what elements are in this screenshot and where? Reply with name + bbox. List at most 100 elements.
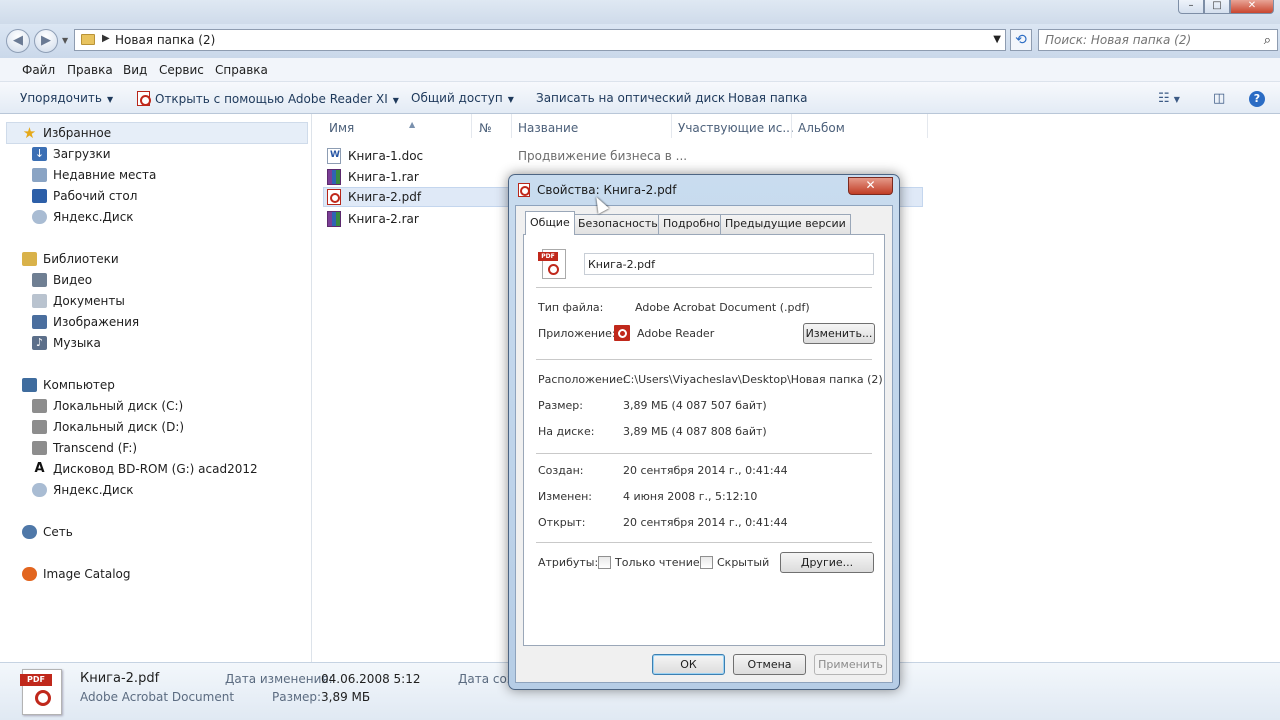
readonly-label[interactable]: Только чтение: [615, 556, 700, 569]
column-header-contributors[interactable]: Участвующие ис...: [678, 121, 794, 135]
share-button[interactable]: Общий доступ ▼: [411, 91, 514, 105]
hidden-checkbox[interactable]: [700, 556, 713, 569]
nav-desktop[interactable]: Рабочий стол: [32, 186, 137, 206]
maximize-icon[interactable]: □: [1204, 0, 1230, 14]
file-row[interactable]: Книга-1.doc: [327, 146, 423, 166]
chevron-down-icon: ▼: [392, 96, 399, 105]
nav-documents[interactable]: Документы: [32, 291, 125, 311]
disk-size-value: 3,89 МБ (4 087 808 байт): [623, 425, 767, 438]
search-input[interactable]: [1039, 30, 1249, 50]
breadcrumb-path[interactable]: Новая папка (2): [115, 33, 215, 47]
tab-general[interactable]: Общие: [525, 211, 575, 235]
menu-file[interactable]: Файл: [22, 63, 55, 77]
organize-button[interactable]: Упорядочить ▼: [20, 91, 113, 105]
burn-button[interactable]: Записать на оптический диск: [536, 91, 725, 105]
nav-drive-d[interactable]: Локальный диск (D:): [32, 417, 184, 437]
back-arrow-icon[interactable]: ◀: [6, 29, 30, 53]
nav-yandex-disk[interactable]: Яндекс.Диск: [32, 480, 134, 500]
menu-edit[interactable]: Правка: [67, 63, 113, 77]
close-icon[interactable]: ✕: [1230, 0, 1274, 14]
tab-security[interactable]: Безопасность: [573, 214, 663, 234]
nav-video[interactable]: Видео: [32, 270, 92, 290]
menu-tools[interactable]: Сервис: [159, 63, 204, 77]
file-name: Книга-2.rar: [348, 212, 419, 226]
details-file-name: Книга-2.pdf: [80, 671, 160, 686]
column-divider[interactable]: [511, 114, 512, 138]
column-header-number[interactable]: №: [479, 121, 491, 135]
modified-label: Изменен:: [538, 490, 593, 503]
help-icon[interactable]: ?: [1249, 91, 1265, 107]
advanced-attributes-button[interactable]: Другие...: [780, 552, 874, 573]
nav-network[interactable]: Сеть: [22, 522, 73, 542]
nav-libraries[interactable]: Библиотеки: [22, 249, 119, 269]
file-row[interactable]: Книга-2.rar: [327, 209, 419, 229]
menu-view[interactable]: Вид: [123, 63, 147, 77]
change-button[interactable]: Изменить...: [803, 323, 875, 344]
hidden-label[interactable]: Скрытый: [717, 556, 769, 569]
readonly-checkbox[interactable]: [598, 556, 611, 569]
column-header-album[interactable]: Альбом: [798, 121, 845, 135]
nav-recent[interactable]: Недавние места: [32, 165, 156, 185]
cancel-button[interactable]: Отмена: [733, 654, 806, 675]
column-divider[interactable]: [791, 114, 792, 138]
rar-archive-icon: [327, 169, 341, 185]
nav-music[interactable]: ♪ Музыка: [32, 333, 101, 353]
dvd-drive-icon: A: [34, 461, 45, 476]
location-value: C:\Users\Viyacheslav\Desktop\Новая папка…: [623, 373, 883, 386]
forward-arrow-icon[interactable]: ▶: [34, 29, 58, 53]
divider: [536, 359, 872, 360]
pdf-file-icon: PDF: [538, 249, 568, 279]
video-icon: [32, 273, 47, 287]
opened-label: Открыт:: [538, 516, 586, 529]
nav-drive-c[interactable]: Локальный диск (C:): [32, 396, 183, 416]
file-row[interactable]: Книга-1.rar: [327, 167, 419, 187]
nav-favorites[interactable]: ★ Избранное: [22, 123, 111, 143]
nav-pictures[interactable]: Изображения: [32, 312, 139, 332]
column-header-name[interactable]: ▲ Имя: [329, 120, 415, 135]
column-divider[interactable]: [671, 114, 672, 138]
address-dropdown-icon[interactable]: ▼: [993, 34, 1001, 45]
breadcrumb-separator-icon[interactable]: ▶: [102, 33, 110, 44]
acrobat-logo-icon: [35, 690, 51, 706]
search-box[interactable]: ⌕: [1038, 29, 1278, 51]
open-with-button[interactable]: Открыть с помощью Adobe Reader XI ▼: [137, 91, 399, 106]
disk-size-label: На диске:: [538, 425, 595, 438]
address-bar[interactable]: ▶ Новая папка (2) ▼: [74, 29, 1006, 51]
column-divider[interactable]: [927, 114, 928, 138]
column-header-name-label: Имя: [329, 121, 355, 135]
view-options-icon[interactable]: ☷ ▼: [1158, 91, 1180, 106]
drive-icon: [32, 420, 47, 434]
computer-icon: [22, 378, 37, 392]
history-dropdown-icon[interactable]: ▼: [62, 36, 68, 45]
ok-button[interactable]: ОК: [652, 654, 725, 675]
nav-pictures-label: Изображения: [53, 315, 140, 329]
dialog-body: Общие Безопасность Подробно Предыдущие в…: [515, 205, 893, 683]
chevron-down-icon: ▼: [507, 95, 514, 104]
attributes-label: Атрибуты:: [538, 556, 599, 569]
nav-downloads[interactable]: ↓ Загрузки: [32, 144, 111, 164]
filename-field[interactable]: [584, 253, 874, 275]
minimize-icon[interactable]: –: [1178, 0, 1204, 14]
refresh-icon[interactable]: ⟲: [1010, 29, 1032, 51]
column-divider[interactable]: [471, 114, 472, 138]
menu-help[interactable]: Справка: [215, 63, 268, 77]
nav-drive-g[interactable]: A Дисковод BD-ROM (G:) acad2012: [32, 459, 257, 479]
column-header-title[interactable]: Название: [518, 121, 578, 135]
nav-image-catalog[interactable]: Image Catalog: [22, 564, 130, 584]
nav-yandex-disk-fav[interactable]: Яндекс.Диск: [32, 207, 134, 227]
nav-image-catalog-label: Image Catalog: [43, 567, 131, 581]
image-catalog-icon: [22, 567, 37, 581]
tab-details[interactable]: Подробно: [658, 214, 726, 234]
search-icon[interactable]: ⌕: [1264, 33, 1271, 48]
word-document-icon: [327, 148, 341, 164]
pictures-icon: [32, 315, 47, 329]
dialog-close-button[interactable]: ✕: [848, 177, 893, 195]
nav-drive-f[interactable]: Transcend (F:): [32, 438, 137, 458]
new-folder-button[interactable]: Новая папка: [728, 91, 807, 105]
tab-previous-versions[interactable]: Предыдущие версии: [720, 214, 851, 234]
apply-button[interactable]: Применить: [814, 654, 887, 675]
preview-pane-icon[interactable]: ◫: [1213, 91, 1225, 106]
nav-computer[interactable]: Компьютер: [22, 375, 115, 395]
file-name: Книга-1.doc: [348, 149, 424, 163]
recent-places-icon: [32, 168, 47, 182]
